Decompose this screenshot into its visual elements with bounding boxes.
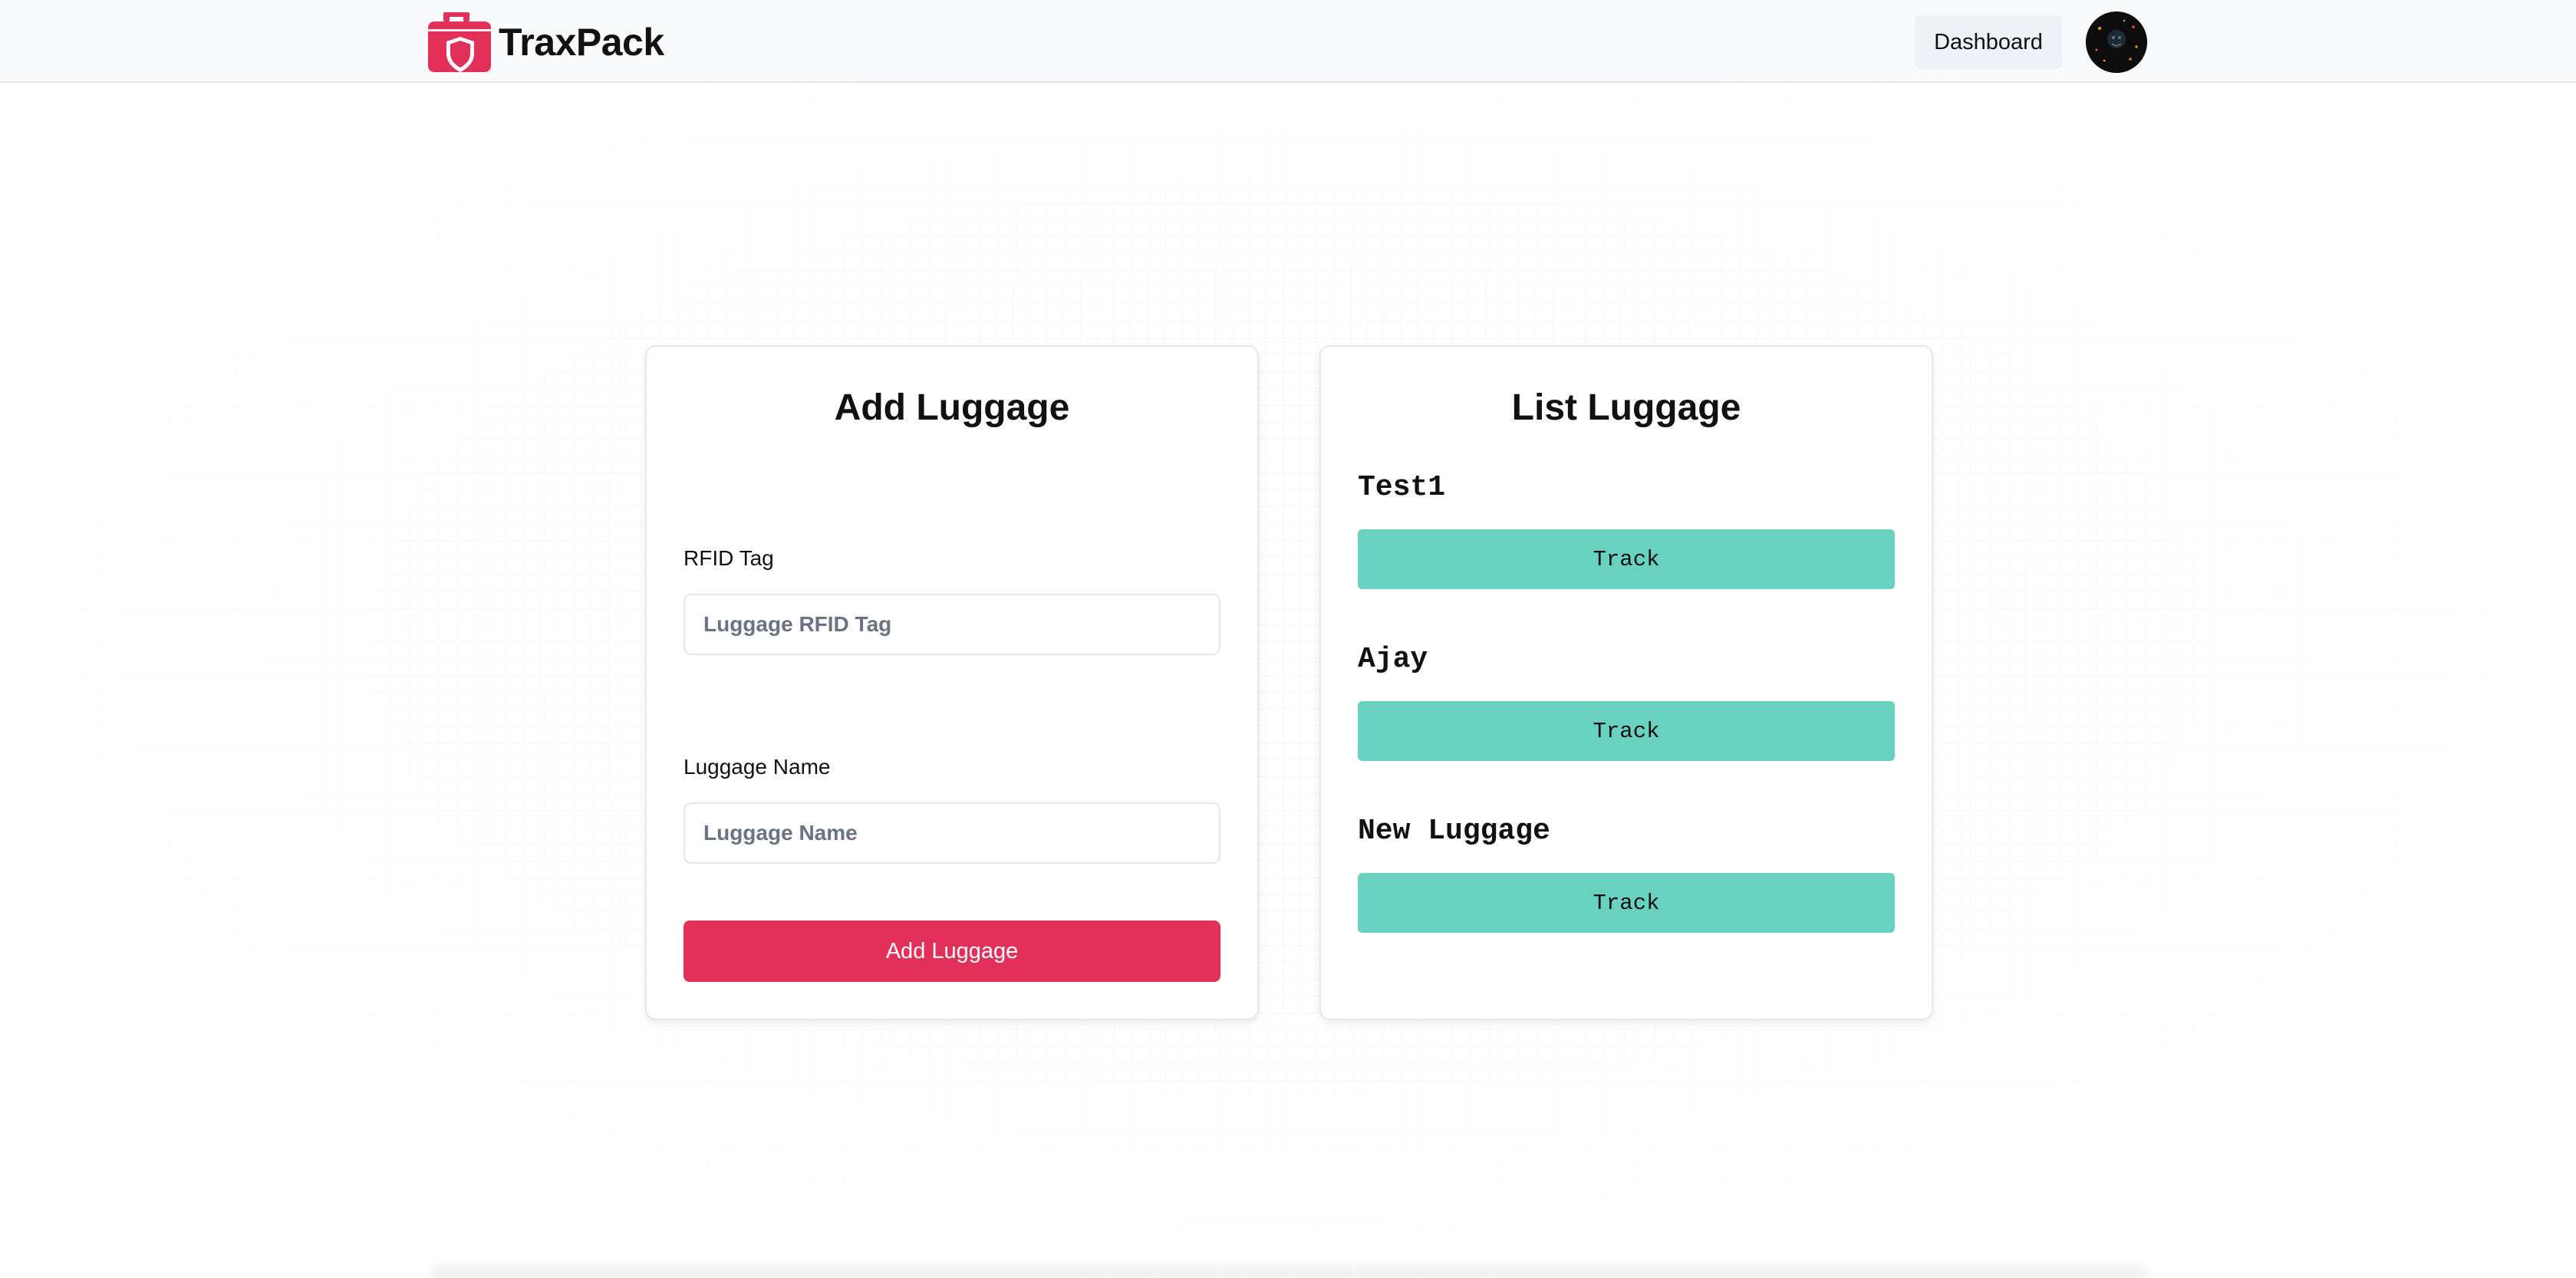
list-luggage-title: List Luggage <box>1511 387 1741 428</box>
list-item: New Luggage Track <box>1358 815 1895 986</box>
luggage-list: Test1 Track Ajay Track New Luggage Track <box>1358 471 1895 986</box>
user-avatar[interactable] <box>2086 12 2147 73</box>
list-item: Test1 Track <box>1358 471 1895 643</box>
footer-shadow <box>430 1258 2148 1278</box>
track-button[interactable]: Track <box>1358 873 1895 933</box>
list-luggage-card: List Luggage Test1 Track Ajay Track New … <box>1319 345 1933 1020</box>
list-item: Ajay Track <box>1358 643 1895 815</box>
top-navigation-bar: TraxPack Dashboard <box>0 0 2576 83</box>
luggage-item-name: Ajay <box>1358 643 1428 676</box>
track-button[interactable]: Track <box>1358 701 1895 761</box>
add-luggage-title: Add Luggage <box>834 387 1070 428</box>
add-luggage-card: Add Luggage RFID Tag Luggage Name Add Lu… <box>645 345 1259 1020</box>
add-luggage-button[interactable]: Add Luggage <box>684 921 1220 982</box>
dashboard-button[interactable]: Dashboard <box>1915 15 2062 69</box>
luggage-shield-icon <box>428 12 491 72</box>
brand-name: TraxPack <box>499 21 664 64</box>
luggage-name-input[interactable] <box>684 802 1220 864</box>
luggage-item-name: New Luggage <box>1358 815 1550 848</box>
track-button[interactable]: Track <box>1358 529 1895 589</box>
user-avatar-icon <box>2086 12 2147 73</box>
luggage-name-label: Luggage Name <box>684 755 831 779</box>
rfid-tag-label: RFID Tag <box>684 546 774 570</box>
rfid-tag-input[interactable] <box>684 594 1220 655</box>
luggage-item-name: Test1 <box>1358 471 1446 504</box>
background-grid <box>0 0 2576 1278</box>
brand-logo-link[interactable]: TraxPack <box>427 11 664 74</box>
